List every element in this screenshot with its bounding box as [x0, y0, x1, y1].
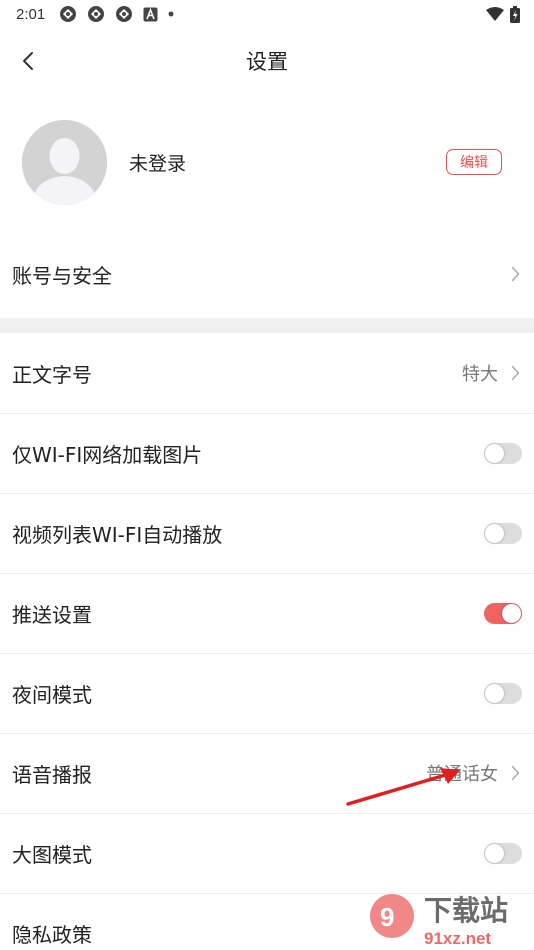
edit-button[interactable]: 编辑 [446, 149, 502, 175]
app-notification-icon [60, 6, 77, 22]
font-size-row[interactable]: 正文字号 特大 [0, 333, 534, 413]
toggle-knob [485, 443, 504, 463]
toggle-knob [485, 683, 504, 703]
settings-list: 正文字号 特大 仅WI-FI网络加载图片 视频列表WI-FI自动播放 推送设置 … [0, 333, 534, 950]
dot-icon [168, 11, 174, 17]
toggle-knob [502, 603, 521, 623]
back-button[interactable] [14, 46, 42, 76]
notification-icons [59, 5, 174, 23]
row-label: 语音播报 [12, 762, 92, 787]
big-image-row: 大图模式 [0, 813, 534, 893]
site-watermark-logo: 9 下载站 91xz.net [370, 894, 508, 948]
big-image-toggle[interactable] [484, 842, 522, 864]
row-label: 推送设置 [12, 602, 92, 627]
app-notification-icon [88, 6, 105, 22]
app-notification-icon [116, 6, 133, 22]
night-mode-row: 夜间模式 [0, 653, 534, 733]
battery-icon [510, 5, 520, 23]
back-icon [23, 52, 33, 70]
header: 设置 [0, 28, 534, 94]
profile-section[interactable]: 未登录 编辑 [0, 94, 534, 230]
wifi-images-row: 仅WI-FI网络加载图片 [0, 413, 534, 493]
svg-text:91xz.net: 91xz.net [424, 929, 491, 948]
login-status-label[interactable]: 未登录 [129, 149, 186, 176]
toggle-knob [485, 843, 504, 863]
account-security-row[interactable]: 账号与安全 [0, 230, 534, 318]
section-divider [0, 318, 534, 333]
row-label: 夜间模式 [12, 682, 92, 707]
video-autoplay-toggle[interactable] [484, 522, 522, 544]
annotation-arrow-icon [346, 768, 460, 806]
svg-text:下载站: 下载站 [424, 894, 508, 927]
push-toggle[interactable] [484, 602, 522, 624]
chevron-right-icon [508, 265, 522, 283]
night-mode-toggle[interactable] [484, 682, 522, 704]
row-label: 隐私政策 [12, 922, 92, 947]
status-time: 2:01 [16, 5, 46, 23]
wifi-images-toggle[interactable] [484, 442, 522, 464]
chevron-right-icon [508, 764, 522, 782]
page-title: 设置 [246, 50, 288, 74]
wifi-icon [486, 7, 504, 21]
row-label: 仅WI-FI网络加载图片 [12, 442, 203, 467]
push-settings-row: 推送设置 [0, 573, 534, 653]
font-notification-icon [143, 7, 158, 21]
svg-text:9: 9 [380, 902, 394, 932]
row-label: 视频列表WI-FI自动播放 [12, 522, 223, 547]
row-label: 账号与安全 [12, 263, 112, 288]
status-bar: 2:01 [0, 0, 534, 28]
font-size-value: 特大 [462, 364, 498, 385]
row-label: 大图模式 [12, 842, 92, 867]
toggle-knob [485, 523, 504, 543]
avatar-placeholder-icon [22, 119, 107, 205]
chevron-right-icon [508, 364, 522, 382]
avatar[interactable] [22, 119, 107, 205]
row-label: 正文字号 [12, 362, 92, 387]
video-autoplay-row: 视频列表WI-FI自动播放 [0, 493, 534, 573]
